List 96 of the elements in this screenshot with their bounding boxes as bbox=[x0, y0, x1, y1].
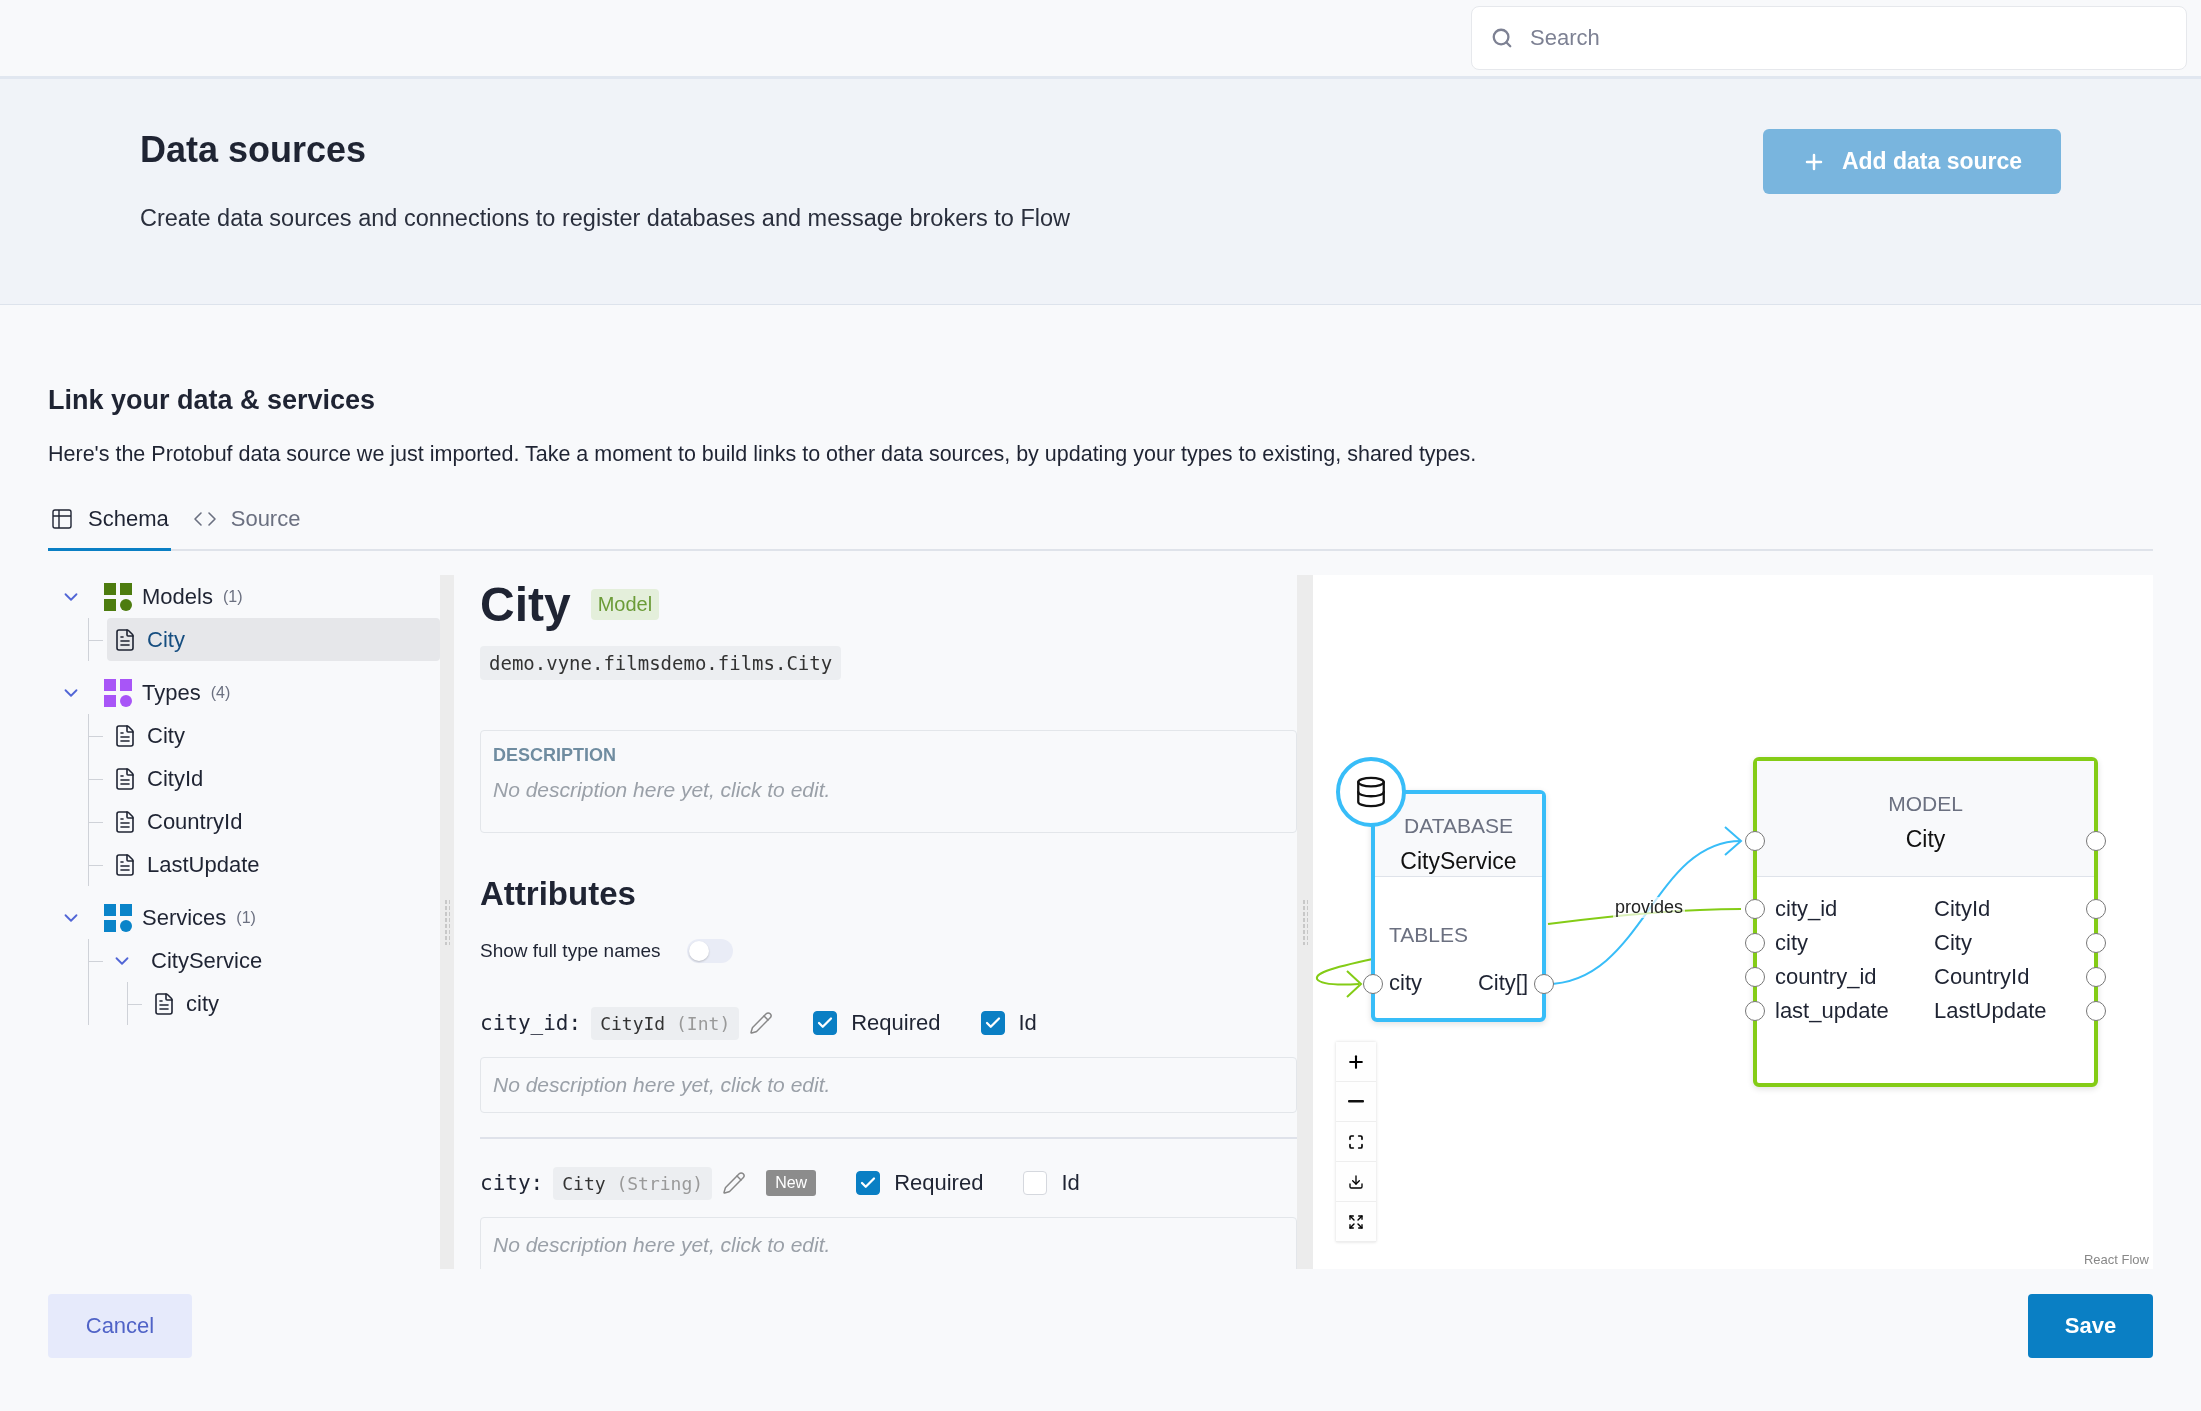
checkbox[interactable] bbox=[856, 1171, 881, 1195]
field-name: city_id bbox=[1775, 896, 1839, 922]
pencil-icon bbox=[749, 1011, 774, 1035]
toggle-switch[interactable] bbox=[686, 939, 733, 963]
file-icon bbox=[113, 809, 137, 834]
file-icon bbox=[113, 852, 137, 877]
field-type: LastUpdate bbox=[1934, 998, 2048, 1024]
count-label: (4) bbox=[210, 683, 231, 702]
connection-handle[interactable] bbox=[2086, 1001, 2106, 1021]
node-kind: DATABASE bbox=[1404, 813, 1513, 838]
checkbox-label: Required bbox=[851, 1010, 941, 1036]
zoom-in-button[interactable] bbox=[1336, 1042, 1376, 1082]
node-section: TABLES bbox=[1375, 877, 1542, 959]
description-label: DESCRIPTION bbox=[493, 745, 617, 766]
model-badge: Model bbox=[590, 589, 660, 620]
toggle-label: Show full type names bbox=[480, 940, 661, 962]
tree-label: city bbox=[186, 990, 219, 1017]
checkbox-label: Id bbox=[1061, 1170, 1080, 1196]
tab[interactable]: Source bbox=[190, 489, 303, 551]
field-type: City[] bbox=[1477, 969, 1528, 996]
node-title: City bbox=[1905, 826, 1946, 853]
field-name: country_id bbox=[1775, 964, 1878, 990]
attribute-name: city_id: bbox=[480, 1011, 582, 1035]
fullscreen-button[interactable] bbox=[1336, 1202, 1376, 1242]
connection-handle[interactable] bbox=[1363, 974, 1383, 994]
page-title: Data sources bbox=[140, 129, 368, 171]
count-label: (1) bbox=[222, 587, 243, 606]
tree-group[interactable]: Services (1) bbox=[48, 896, 440, 939]
tree-label: City bbox=[147, 722, 185, 749]
description-placeholder: No description here yet, click to edit. bbox=[493, 778, 832, 802]
connection-handle[interactable] bbox=[2086, 933, 2106, 953]
tab[interactable]: Schema bbox=[48, 489, 171, 551]
file-icon bbox=[113, 766, 137, 791]
tree-label: CountryId bbox=[147, 808, 243, 835]
edge-label: provides bbox=[1613, 897, 1686, 918]
model-title: City bbox=[480, 577, 571, 632]
database-icon bbox=[1354, 775, 1388, 809]
search-icon bbox=[1491, 27, 1513, 49]
page-description: Create data sources and connections to register databases and message brokers to Flow bbox=[140, 205, 1071, 232]
file-icon bbox=[152, 991, 176, 1016]
attribution-link[interactable]: React Flow bbox=[2083, 1252, 2149, 1267]
tree-label: Types bbox=[142, 679, 201, 706]
tree-group[interactable]: Types (4) bbox=[48, 671, 440, 714]
node-title: CityService bbox=[1400, 847, 1517, 875]
checkbox[interactable] bbox=[813, 1011, 838, 1035]
connection-handle[interactable] bbox=[1745, 967, 1765, 987]
pencil-icon bbox=[722, 1171, 747, 1195]
expand-icon bbox=[1348, 1213, 1364, 1230]
count-label: (1) bbox=[236, 908, 256, 927]
tree-label: Models bbox=[142, 583, 213, 610]
connection-handle[interactable] bbox=[2086, 967, 2106, 987]
node-kind: MODEL bbox=[1888, 792, 1963, 816]
connection-handle[interactable] bbox=[1745, 1001, 1765, 1021]
connection-handle[interactable] bbox=[2086, 831, 2106, 851]
type-chip[interactable]: City (String) bbox=[553, 1166, 713, 1200]
qualified-name: demo.vyne.filmsdemo.films.City bbox=[480, 646, 842, 680]
download-icon bbox=[1348, 1173, 1364, 1190]
section-title: Link your data & services bbox=[48, 384, 377, 417]
table-icon bbox=[50, 506, 74, 531]
attributes-heading: Attributes bbox=[480, 875, 637, 913]
connection-handle[interactable] bbox=[1534, 974, 1554, 994]
tree-label: City bbox=[147, 626, 185, 653]
tree-label: CityId bbox=[147, 765, 204, 792]
tree-label: CityService bbox=[151, 947, 263, 974]
model-node[interactable]: MODEL City city_id CityId city City country_id CountryId last_update LastUpdate bbox=[1753, 757, 2098, 1087]
minus-icon bbox=[1348, 1100, 1364, 1103]
zoom-out-button[interactable] bbox=[1336, 1082, 1376, 1122]
connection-handle[interactable] bbox=[1745, 831, 1765, 851]
download-button[interactable] bbox=[1336, 1162, 1376, 1202]
connection-handle[interactable] bbox=[2086, 899, 2106, 919]
field-type: CountryId bbox=[1934, 964, 2031, 990]
tree-group[interactable]: Models (1) bbox=[48, 575, 440, 618]
section-description: Here's the Protobuf data source we just imported. Take a moment to build links to other data sources, by updating your types to existing, shared types. bbox=[48, 441, 1478, 467]
connection-handle[interactable] bbox=[1745, 933, 1765, 953]
tree-label: LastUpdate bbox=[147, 851, 260, 878]
attribute-name: city: bbox=[480, 1171, 544, 1195]
save-button[interactable]: Save bbox=[2028, 1294, 2153, 1358]
checkbox-label: Required bbox=[894, 1170, 984, 1196]
field-type: CityId bbox=[1934, 896, 1992, 922]
file-icon bbox=[113, 723, 137, 748]
fit-view-button[interactable] bbox=[1336, 1122, 1376, 1162]
tree-label: Services bbox=[142, 904, 227, 931]
type-chip[interactable]: CityId (Int) bbox=[591, 1006, 740, 1040]
cancel-button[interactable]: Cancel bbox=[48, 1294, 192, 1358]
checkbox-label: Id bbox=[1018, 1010, 1037, 1036]
search-field[interactable]: Search bbox=[1471, 6, 2187, 70]
file-icon bbox=[113, 627, 137, 652]
connection-handle[interactable] bbox=[1745, 899, 1765, 919]
field-name: last_update bbox=[1775, 998, 1890, 1024]
field-name: city bbox=[1775, 930, 1809, 956]
field-type: City bbox=[1934, 930, 1973, 956]
new-badge: New bbox=[766, 1170, 817, 1196]
checkbox[interactable] bbox=[980, 1011, 1005, 1035]
fit-view-icon bbox=[1348, 1133, 1364, 1150]
database-node[interactable]: DATABASE CityService TABLES city City[] bbox=[1371, 790, 1546, 1022]
field-name: city bbox=[1389, 969, 1422, 996]
